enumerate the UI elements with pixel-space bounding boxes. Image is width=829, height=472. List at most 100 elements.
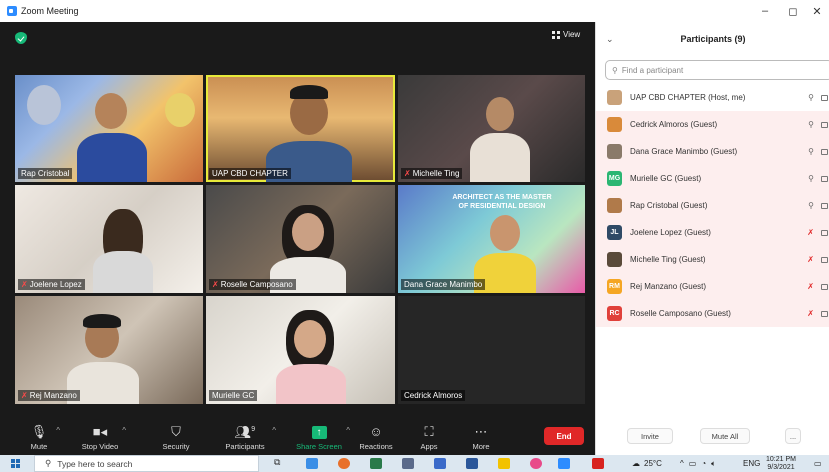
participant-row[interactable]: MG Murielle GC (Guest) ⚲: [596, 165, 829, 192]
participant-cap: [290, 85, 328, 99]
mic-muted-icon[interactable]: ✗: [807, 228, 814, 237]
video-tile[interactable]: ✗ Roselle Camposano: [206, 185, 395, 293]
video-camera-icon[interactable]: [821, 121, 828, 128]
participant-row[interactable]: JL Joelene Lopez (Guest) ✗: [596, 219, 829, 246]
acrobat-icon[interactable]: [592, 458, 604, 469]
microphone-icon[interactable]: ⚲: [808, 147, 814, 156]
video-camera-icon[interactable]: [821, 310, 828, 317]
view-button[interactable]: View: [552, 30, 580, 39]
participant-head: [486, 97, 514, 131]
microphone-icon[interactable]: ⚲: [808, 201, 814, 210]
file-explorer-icon[interactable]: [306, 458, 318, 469]
zoom-taskbar-icon[interactable]: [558, 458, 570, 469]
video-camera-icon[interactable]: [821, 94, 828, 101]
participant-avatar: [607, 198, 622, 213]
participant-row[interactable]: UAP CBD CHAPTER (Host, me) ⚲: [596, 84, 829, 111]
participant-row[interactable]: RC Roselle Camposano (Guest) ✗: [596, 300, 829, 327]
apps-button[interactable]: ⛶ Apps: [416, 420, 442, 455]
security-button[interactable]: ⛉ Security: [158, 420, 194, 455]
participant-row[interactable]: Rap Cristobal (Guest) ⚲: [596, 192, 829, 219]
video-camera-icon[interactable]: [821, 229, 828, 236]
reactions-button[interactable]: ☺ Reactions: [358, 420, 394, 455]
participant-name: Dana Grace Manimbo (Guest): [630, 147, 738, 156]
taskbar-search-box[interactable]: ⚲ Type here to search: [34, 455, 259, 472]
app-icon[interactable]: [498, 458, 510, 469]
video-options-caret[interactable]: ^: [122, 426, 126, 435]
video-tile-active[interactable]: UAP CBD CHAPTER: [206, 75, 395, 182]
tile-name-label: Murielle GC: [209, 390, 258, 401]
mic-muted-icon[interactable]: ✗: [807, 282, 814, 291]
tile-name-label: ✗ Michelle Ting: [401, 168, 463, 179]
app-icon[interactable]: [402, 458, 414, 469]
video-camera-icon[interactable]: [821, 175, 828, 182]
apps-icon: ⛶: [424, 424, 434, 439]
chrome-icon[interactable]: [530, 458, 542, 469]
zoom-logo-icon: [7, 6, 17, 16]
mic-muted-icon[interactable]: ✗: [807, 255, 814, 264]
microphone-icon[interactable]: ⚲: [808, 93, 814, 102]
participant-list: UAP CBD CHAPTER (Host, me) ⚲ Cedrick Almor…: [596, 84, 829, 327]
video-tile-camera-off[interactable]: Cedrick Almoros: [398, 296, 585, 404]
mic-muted-icon[interactable]: ✗: [807, 309, 814, 318]
tile-name-label: ✗ Joelene Lopez: [18, 279, 85, 290]
participants-button[interactable]: 👥︎9 Participants ^: [222, 420, 276, 455]
cloud-icon: ☁: [632, 459, 640, 468]
microphone-icon[interactable]: ⚲: [808, 174, 814, 183]
participant-avatar: [607, 90, 622, 105]
notifications-icon[interactable]: ▭: [814, 455, 822, 472]
task-view-icon[interactable]: ⧉: [274, 457, 286, 468]
collapse-panel-chevron-icon[interactable]: ⌄: [606, 34, 614, 45]
firefox-icon[interactable]: [338, 458, 350, 469]
video-tile[interactable]: Rap Cristobal: [15, 75, 203, 182]
windows-start-icon[interactable]: [11, 459, 20, 468]
system-tray[interactable]: ^ ▭ ◔ 🔈︎: [680, 455, 716, 472]
encryption-shield-icon[interactable]: [15, 32, 27, 44]
participant-row[interactable]: Dana Grace Manimbo (Guest) ⚲: [596, 138, 829, 165]
cartoon-figure: [27, 85, 61, 125]
language-indicator[interactable]: ENG: [743, 455, 760, 472]
video-tile[interactable]: Murielle GC: [206, 296, 395, 404]
grid-icon: [552, 30, 560, 39]
share-screen-button[interactable]: ↑ Share Screen ^: [294, 420, 350, 455]
stop-video-button[interactable]: ■◂ Stop Video ^: [78, 420, 126, 455]
end-meeting-button[interactable]: End: [544, 427, 584, 445]
participant-name: Cedrick Almoros (Guest): [630, 120, 718, 129]
invite-button[interactable]: Invite: [627, 428, 673, 444]
panel-more-button[interactable]: ...: [785, 428, 801, 444]
video-tile[interactable]: ✗ Joelene Lopez: [15, 185, 203, 293]
mute-options-caret[interactable]: ^: [56, 426, 60, 435]
share-options-caret[interactable]: ^: [346, 426, 350, 435]
video-camera-icon[interactable]: [821, 202, 828, 209]
mute-all-button[interactable]: Mute All: [700, 428, 750, 444]
participant-avatar: [607, 252, 622, 267]
weather-widget[interactable]: ☁ 25°C: [632, 455, 662, 472]
panel-footer: Invite Mute All ...: [596, 422, 829, 450]
participant-body: [470, 133, 530, 182]
video-camera-icon[interactable]: [821, 283, 828, 290]
reactions-smiley-icon: ☺: [369, 424, 383, 439]
title-bar: Zoom Meeting – ◻ ✕: [0, 0, 829, 22]
participants-options-caret[interactable]: ^: [272, 426, 276, 435]
video-tile[interactable]: ARCHITECT AS THE MASTER OF RESIDENTIAL D…: [398, 185, 585, 293]
tile-name-label: Cedrick Almoros: [401, 390, 466, 401]
app-icon[interactable]: [434, 458, 446, 469]
cartoon-figure: [165, 93, 195, 127]
more-button[interactable]: ⋯ More: [468, 420, 494, 455]
video-tile[interactable]: ✗ Michelle Ting: [398, 75, 585, 182]
close-button[interactable]: ✕: [803, 0, 829, 22]
word-icon[interactable]: [466, 458, 478, 469]
participant-search-input[interactable]: ⚲ Find a participant: [605, 60, 829, 80]
video-tile[interactable]: ✗ Rej Manzano: [15, 296, 203, 404]
microphone-icon[interactable]: ⚲: [808, 120, 814, 129]
video-camera-icon[interactable]: [821, 148, 828, 155]
participant-row[interactable]: Cedrick Almoros (Guest) ⚲: [596, 111, 829, 138]
minimize-button[interactable]: –: [751, 0, 779, 22]
video-camera-icon[interactable]: [821, 256, 828, 263]
mute-button[interactable]: 🎙︎ Mute ^: [28, 420, 60, 455]
participant-body: [77, 133, 147, 182]
taskbar-clock[interactable]: 10:21 PM 9/3/2021: [766, 455, 796, 472]
participant-avatar: [607, 117, 622, 132]
app-icon[interactable]: [370, 458, 382, 469]
participant-row[interactable]: Michelle Ting (Guest) ✗: [596, 246, 829, 273]
participant-row[interactable]: RM Rej Manzano (Guest) ✗: [596, 273, 829, 300]
